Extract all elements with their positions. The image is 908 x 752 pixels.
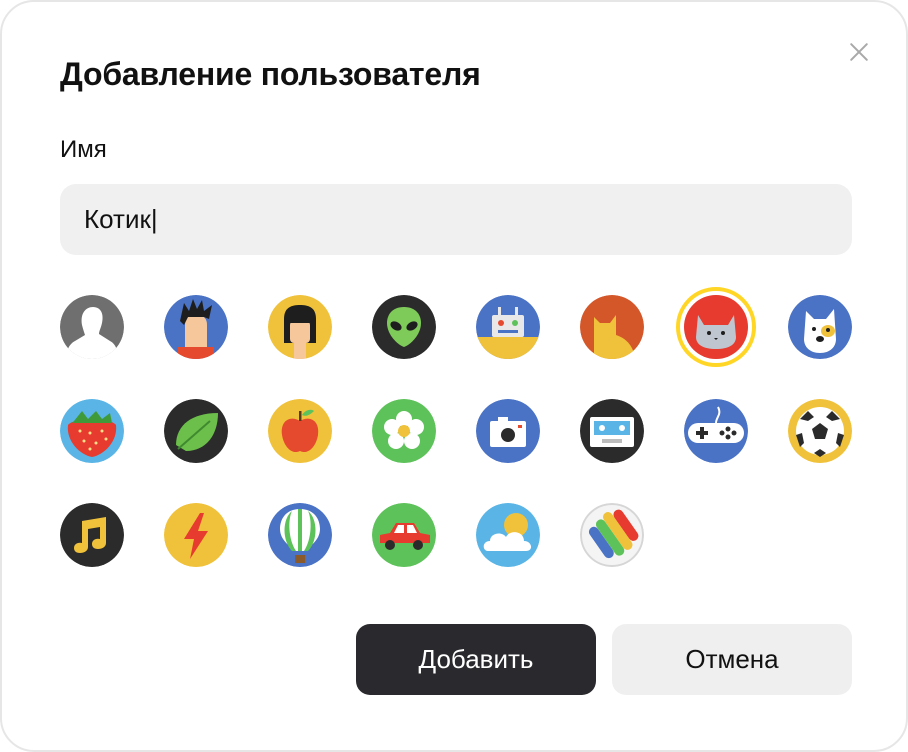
lightning-icon xyxy=(164,503,228,567)
avatar-soccer-ball[interactable] xyxy=(788,399,852,463)
robot-icon xyxy=(476,295,540,359)
avatar-camera[interactable] xyxy=(476,399,540,463)
sun-cloud-icon xyxy=(476,503,540,567)
avatar-dog[interactable] xyxy=(788,295,852,359)
avatar-lightning[interactable] xyxy=(164,503,228,567)
avatar-sun-cloud[interactable] xyxy=(476,503,540,567)
car-icon xyxy=(372,503,436,567)
avatar-apple[interactable] xyxy=(268,399,332,463)
avatar-music-note[interactable] xyxy=(60,503,124,567)
woman-black-hair-icon xyxy=(268,295,332,359)
spiky-hair-man-icon xyxy=(164,295,228,359)
avatar-orange-cat[interactable] xyxy=(580,295,644,359)
avatar-spiky-hair-man[interactable] xyxy=(164,295,228,359)
hot-air-balloon-icon xyxy=(268,503,332,567)
avatar-strawberry[interactable] xyxy=(60,399,124,463)
avatar-color-stripes[interactable] xyxy=(580,503,644,567)
cancel-button[interactable]: Отмена xyxy=(612,624,852,695)
soccer-ball-icon xyxy=(788,399,852,463)
avatar-hot-air-balloon[interactable] xyxy=(268,503,332,567)
avatar-robot[interactable] xyxy=(476,295,540,359)
flower-icon xyxy=(372,399,436,463)
avatar-flower[interactable] xyxy=(372,399,436,463)
avatar-person-silhouette[interactable] xyxy=(60,295,124,359)
avatar-gamepad[interactable] xyxy=(684,399,748,463)
avatar-cassette[interactable] xyxy=(580,399,644,463)
name-label: Имя xyxy=(60,136,107,163)
leaf-icon xyxy=(164,399,228,463)
cat-face-icon xyxy=(684,295,748,359)
alien-icon xyxy=(372,295,436,359)
avatar-car[interactable] xyxy=(372,503,436,567)
avatar-cat-face[interactable] xyxy=(676,287,756,367)
add-user-dialog: Добавление пользователя Имя Котик| Добав… xyxy=(0,0,908,752)
person-silhouette-icon xyxy=(60,295,124,359)
avatar-leaf[interactable] xyxy=(164,399,228,463)
avatar-woman-black-hair[interactable] xyxy=(268,295,332,359)
apple-icon xyxy=(268,399,332,463)
avatar-alien[interactable] xyxy=(372,295,436,359)
add-button[interactable]: Добавить xyxy=(356,624,596,695)
close-icon[interactable] xyxy=(845,38,873,66)
name-input[interactable] xyxy=(60,184,852,255)
orange-cat-icon xyxy=(580,295,644,359)
gamepad-icon xyxy=(684,399,748,463)
camera-icon xyxy=(476,399,540,463)
strawberry-icon xyxy=(60,399,124,463)
cassette-icon xyxy=(580,399,644,463)
music-note-icon xyxy=(60,503,124,567)
dialog-title: Добавление пользователя xyxy=(60,56,481,92)
dog-icon xyxy=(788,295,852,359)
color-stripes-icon xyxy=(580,503,644,567)
